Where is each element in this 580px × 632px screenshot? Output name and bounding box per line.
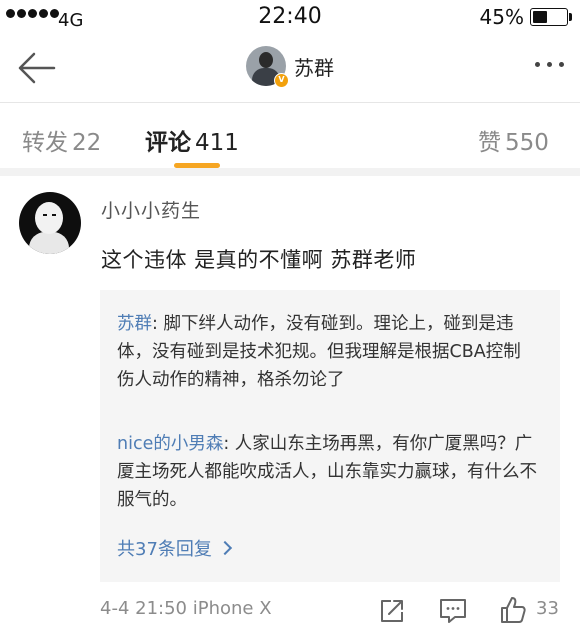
section-divider [0,168,580,176]
tab-comments[interactable]: 评论 411 [145,123,239,157]
comment-footer: 4-4 21:50 iPhone X 33 [100,596,570,628]
comment-meta: 4-4 21:50 iPhone X [100,598,272,619]
tab-reposts[interactable]: 转发 22 [22,123,101,157]
tab-comments-count: 411 [195,130,239,156]
tab-likes[interactable]: 赞 550 [478,123,549,157]
tab-bar: 转发 22 评论 411 赞 550 [0,103,580,169]
battery-icon [530,8,568,26]
back-arrow-icon[interactable] [16,50,56,86]
view-all-replies-link[interactable]: 共37条回复 [117,535,232,561]
chevron-right-icon [217,540,232,556]
comment-text: 这个违体 是真的不懂啊 苏群老师 [101,248,417,272]
nav-avatar[interactable]: V [246,46,289,88]
reply-item: nice的小男森: 人家山东主场再黑，有你广厦黑吗？广厦主场死人都能吹成活人，山… [117,430,537,514]
comment-timestamp: 4-4 21:50 [100,598,187,619]
like-thumb-icon[interactable] [500,596,526,624]
reply-text: : 脚下绊人动作，没有碰到。理论上，碰到是违体，没有碰到是技术犯规。但我理解是根… [117,314,521,390]
nav-user: V 苏群 [0,46,580,88]
tab-reposts-label: 转发 [22,130,68,156]
status-bar: 4G 22:40 45% [0,0,580,32]
commenter-username[interactable]: 小小小药生 [101,196,201,223]
replies-box[interactable]: 苏群: 脚下绊人动作，没有碰到。理论上，碰到是违体，没有碰到是技术犯规。但我理解… [100,290,560,582]
share-icon[interactable] [379,598,405,624]
reply-author[interactable]: nice的小男森 [117,434,223,454]
reply-author[interactable]: 苏群 [117,314,152,334]
tab-comments-label: 评论 [145,130,191,156]
tab-likes-label: 赞 [478,130,501,156]
battery-tip [569,13,572,21]
tab-likes-count: 550 [505,130,549,156]
like-count: 33 [536,598,559,619]
nav-bar: V 苏群 [0,36,580,100]
more-options-icon[interactable] [535,62,564,67]
battery-percent: 45% [479,5,524,29]
reply-icon[interactable] [439,598,467,624]
nav-username[interactable]: 苏群 [294,52,334,81]
view-all-replies-label: 共37条回复 [117,539,212,560]
reply-item: 苏群: 脚下绊人动作，没有碰到。理论上，碰到是违体，没有碰到是技术犯规。但我理解… [117,310,537,394]
verified-badge-icon: V [274,73,289,88]
tab-reposts-count: 22 [72,130,102,156]
commenter-avatar[interactable] [19,192,81,254]
comment-item: 小小小药生 这个违体 是真的不懂啊 苏群老师 苏群: 脚下绊人动作，没有碰到。理… [0,176,580,632]
comment-device: iPhone X [192,598,272,619]
